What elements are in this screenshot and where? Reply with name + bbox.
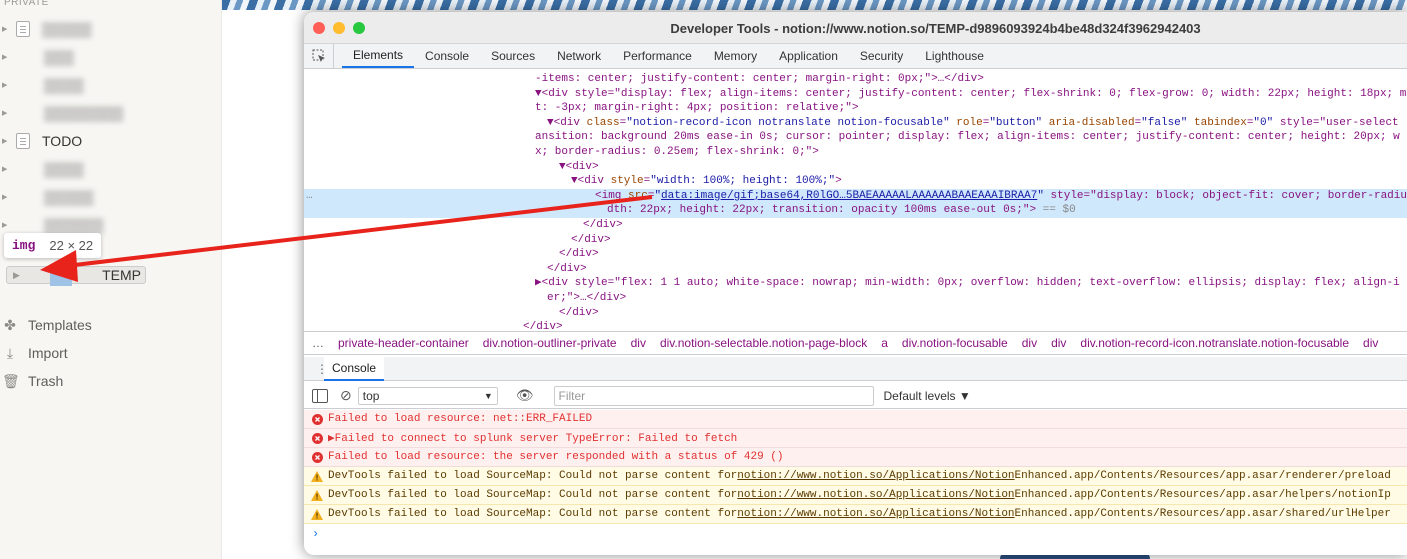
- annotation-arrow: [40, 195, 653, 282]
